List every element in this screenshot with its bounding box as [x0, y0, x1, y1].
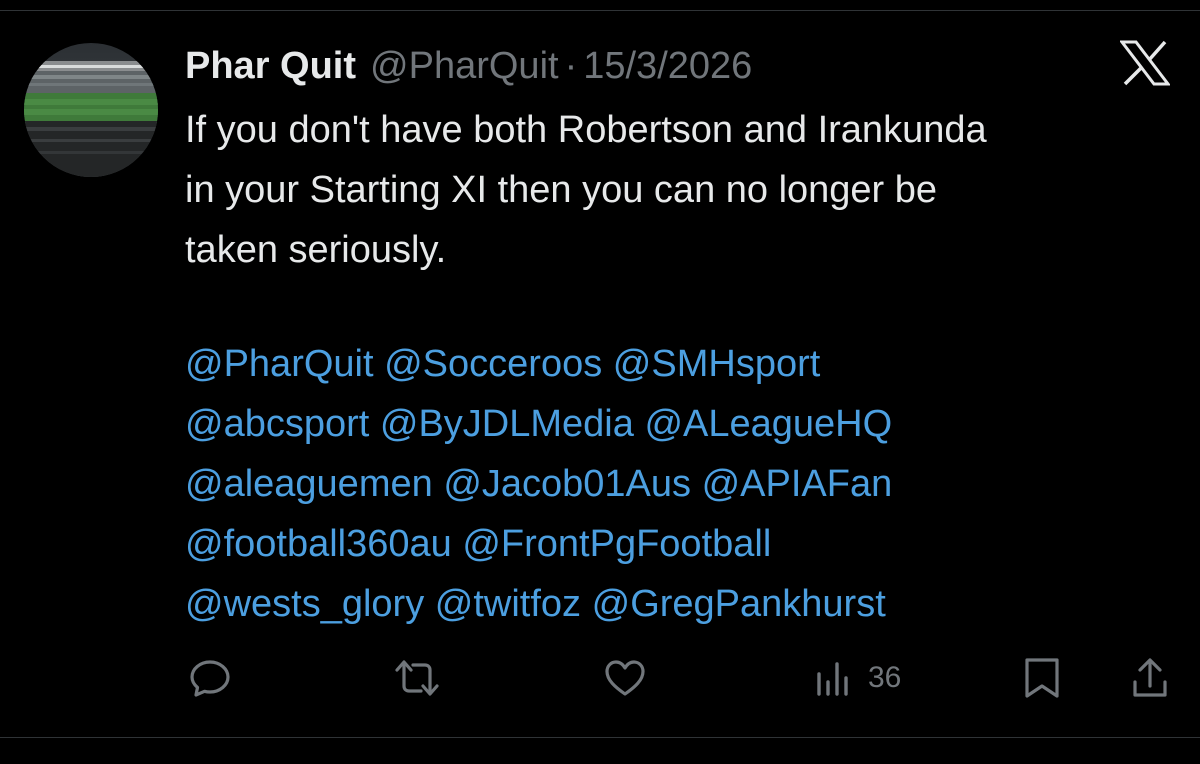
- x-logo-icon: [1118, 40, 1172, 86]
- mention-link[interactable]: @abcsport: [185, 403, 369, 445]
- retweet-icon: [395, 660, 439, 696]
- avatar-stadium-image: [24, 43, 158, 177]
- mention-line: @football360au @FrontPgFootball: [185, 514, 1185, 574]
- mention-link[interactable]: @wests_glory: [185, 583, 424, 625]
- tweet-date[interactable]: 15/3/2026: [583, 45, 752, 88]
- mention-link[interactable]: @SMHsport: [613, 343, 821, 385]
- separator-dot: ·: [564, 44, 578, 87]
- mention-link[interactable]: @FrontPgFootball: [462, 523, 771, 565]
- retweet-button[interactable]: [393, 656, 441, 700]
- mention-link[interactable]: @ByJDLMedia: [380, 403, 634, 445]
- reply-button[interactable]: [188, 656, 232, 700]
- user-handle[interactable]: @PharQuit: [370, 45, 559, 88]
- mention-link[interactable]: @PharQuit: [185, 343, 374, 385]
- mention-line: @wests_glory @twitfoz @GregPankhurst: [185, 574, 1185, 634]
- like-button[interactable]: [603, 656, 647, 700]
- heart-icon: [605, 660, 645, 696]
- mention-link[interactable]: @aleaguemen: [185, 463, 433, 505]
- avatar[interactable]: [24, 43, 158, 177]
- mention-link[interactable]: @twitfoz: [435, 583, 581, 625]
- share-button[interactable]: [1130, 656, 1170, 700]
- tweet-body: If you don't have both Robertson and Ira…: [185, 100, 1185, 280]
- tweet-header: Phar Quit @PharQuit · 15/3/2026: [185, 42, 752, 90]
- reply-icon: [190, 660, 230, 697]
- share-icon: [1133, 658, 1167, 697]
- bottom-divider: [0, 737, 1200, 738]
- mention-list: @PharQuit @Socceroos @SMHsport @abcsport…: [185, 334, 1185, 634]
- tweet-text-line: taken seriously.: [185, 229, 447, 271]
- mention-link[interactable]: @APIAFan: [702, 463, 893, 505]
- display-name[interactable]: Phar Quit: [185, 45, 356, 88]
- views-count: 36: [868, 661, 902, 694]
- views-button[interactable]: 36: [814, 656, 901, 700]
- mention-link[interactable]: @Socceroos: [384, 343, 602, 385]
- bookmark-icon: [1025, 658, 1059, 698]
- action-bar: 36: [0, 650, 1200, 710]
- tweet-text-line: in your Starting XI then you can no long…: [185, 169, 938, 211]
- top-divider: [0, 10, 1200, 11]
- views-icon: [817, 662, 848, 696]
- mention-link[interactable]: @ALeagueHQ: [644, 403, 892, 445]
- mention-line: @aleaguemen @Jacob01Aus @APIAFan: [185, 454, 1185, 514]
- mention-link[interactable]: @GregPankhurst: [592, 583, 886, 625]
- mention-line: @abcsport @ByJDLMedia @ALeagueHQ: [185, 394, 1185, 454]
- mention-link[interactable]: @football360au: [185, 523, 452, 565]
- bookmark-button[interactable]: [1022, 656, 1062, 700]
- mention-link[interactable]: @Jacob01Aus: [443, 463, 691, 505]
- mention-line: @PharQuit @Socceroos @SMHsport: [185, 334, 1185, 394]
- tweet-text-line: If you don't have both Robertson and Ira…: [185, 109, 987, 151]
